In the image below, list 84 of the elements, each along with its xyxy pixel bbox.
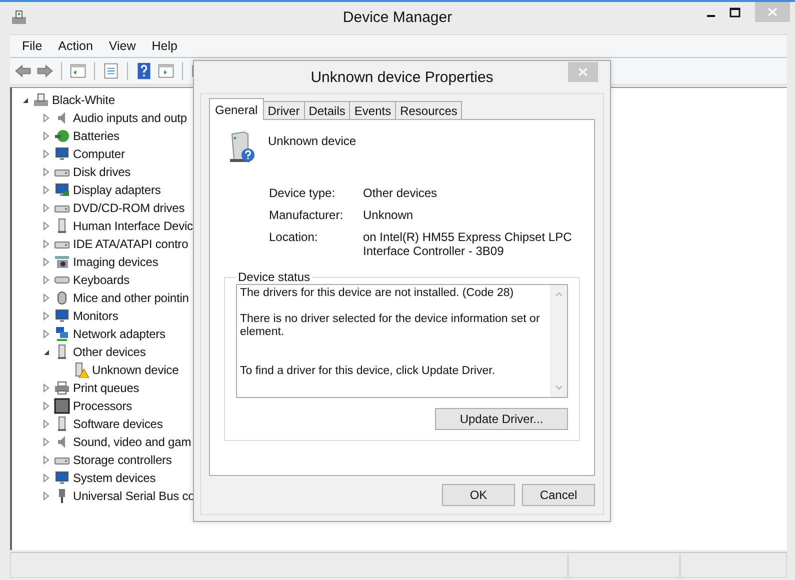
- group-title: Device status: [237, 270, 312, 284]
- computer-icon: [54, 146, 70, 162]
- expand-arrow-icon[interactable]: [41, 113, 51, 123]
- dialog-button[interactable]: Cancel: [522, 484, 595, 506]
- tree-item[interactable]: Storage controllers: [73, 453, 172, 467]
- expand-arrow-icon[interactable]: [41, 167, 51, 177]
- expand-arrow-icon[interactable]: [41, 473, 51, 483]
- window-title: Device Manager: [342, 9, 452, 26]
- forward-arrow-icon[interactable]: [36, 62, 54, 80]
- property-value: Unknown: [363, 208, 414, 222]
- property-value: on Intel(R) HM55 Express Chipset LPC Interface Controller - 3B09: [363, 230, 573, 258]
- action-pane-icon[interactable]: [157, 62, 175, 80]
- tree-item[interactable]: Display adapters: [73, 183, 161, 197]
- tree-item[interactable]: Sound, video and gam: [73, 435, 192, 449]
- expand-arrow-icon[interactable]: [41, 275, 51, 285]
- tree-item[interactable]: Software devices: [73, 417, 163, 431]
- tree-item[interactable]: Audio inputs and outp: [73, 111, 187, 125]
- property-label: Location:: [269, 230, 319, 246]
- properties-icon[interactable]: [102, 62, 120, 80]
- tree-item[interactable]: System devices: [73, 471, 156, 485]
- display-card-icon: [54, 182, 70, 198]
- status-paragraph: The drivers for this device are not installed. (Code 28): [240, 287, 515, 300]
- expand-arrow-icon[interactable]: [41, 455, 51, 465]
- tree-item[interactable]: Print queues: [73, 381, 140, 395]
- battery-icon: [54, 128, 70, 144]
- camera-icon: [54, 254, 70, 270]
- tree-item[interactable]: Network adapters: [73, 327, 166, 341]
- computer-icon: [33, 92, 49, 108]
- expand-arrow-icon[interactable]: [41, 329, 51, 339]
- expand-arrow-icon[interactable]: [41, 437, 51, 447]
- property-label: Manufacturer:: [269, 208, 344, 222]
- monitor-icon: [54, 308, 70, 324]
- tree-item[interactable]: Imaging devices: [73, 255, 158, 269]
- back-arrow-icon[interactable]: [14, 62, 32, 80]
- dialog-button[interactable]: OK: [442, 484, 515, 506]
- expand-arrow-icon[interactable]: [41, 257, 51, 267]
- expand-arrow-icon[interactable]: [41, 149, 51, 159]
- tree-item[interactable]: Human Interface Devic: [73, 219, 193, 233]
- menu-item[interactable]: View: [100, 39, 144, 53]
- expand-arrow-icon[interactable]: [41, 401, 51, 411]
- dialog-title: Unknown device Properties: [310, 69, 494, 86]
- tab[interactable]: Details: [304, 101, 350, 119]
- tree-item[interactable]: Black-White: [52, 93, 115, 107]
- expand-arrow-icon[interactable]: [41, 239, 51, 249]
- printer-icon: [54, 380, 70, 396]
- chip-icon: [54, 398, 70, 414]
- tree-item[interactable]: Monitors: [73, 309, 118, 323]
- expand-arrow-icon[interactable]: [41, 383, 51, 393]
- tree-item[interactable]: Mice and other pointin: [73, 291, 189, 305]
- console-tree-icon[interactable]: [69, 62, 87, 80]
- network-icon: [54, 326, 70, 342]
- computer-icon: [54, 470, 70, 486]
- menu-item[interactable]: Action: [50, 39, 101, 53]
- menu-item[interactable]: Help: [144, 39, 186, 53]
- tab[interactable]: General: [209, 98, 264, 120]
- update-driver-button[interactable]: Update Driver...: [435, 408, 568, 430]
- tree-item[interactable]: Disk drives: [73, 165, 131, 179]
- help-icon[interactable]: [135, 62, 153, 80]
- device-name: Unknown device: [268, 134, 356, 148]
- expand-arrow-icon[interactable]: [41, 491, 51, 501]
- status-paragraph: There is no driver selected for the device information set or element.: [240, 313, 541, 339]
- tree-item[interactable]: IDE ATA/ATAPI contro: [73, 237, 188, 251]
- tree-item[interactable]: Batteries: [73, 129, 120, 143]
- app-icon: [10, 9, 28, 27]
- tab[interactable]: Driver: [262, 101, 305, 119]
- expand-arrow-icon[interactable]: [41, 221, 51, 231]
- expand-arrow-icon[interactable]: [41, 419, 51, 429]
- tree-item[interactable]: Keyboards: [73, 273, 130, 287]
- tab[interactable]: Resources: [395, 101, 462, 119]
- expand-arrow-icon[interactable]: [41, 185, 51, 195]
- tree-item[interactable]: Computer: [73, 147, 125, 161]
- property-label: Device type:: [269, 186, 336, 200]
- tree-item[interactable]: Processors: [73, 399, 132, 413]
- menu-item[interactable]: File: [14, 39, 50, 53]
- expand-arrow-icon[interactable]: [41, 311, 51, 321]
- tree-item[interactable]: Unknown device: [92, 363, 179, 377]
- tree-item[interactable]: Other devices: [73, 345, 146, 359]
- tab[interactable]: Events: [349, 101, 396, 119]
- property-value: Other devices: [363, 186, 438, 200]
- expand-arrow-icon[interactable]: [41, 131, 51, 141]
- expand-arrow-icon[interactable]: [41, 203, 51, 213]
- status-paragraph: To find a driver for this device, click Update Driver.: [240, 365, 496, 378]
- tree-item[interactable]: DVD/CD-ROM drives: [73, 201, 185, 215]
- expand-arrow-icon[interactable]: [41, 293, 51, 303]
